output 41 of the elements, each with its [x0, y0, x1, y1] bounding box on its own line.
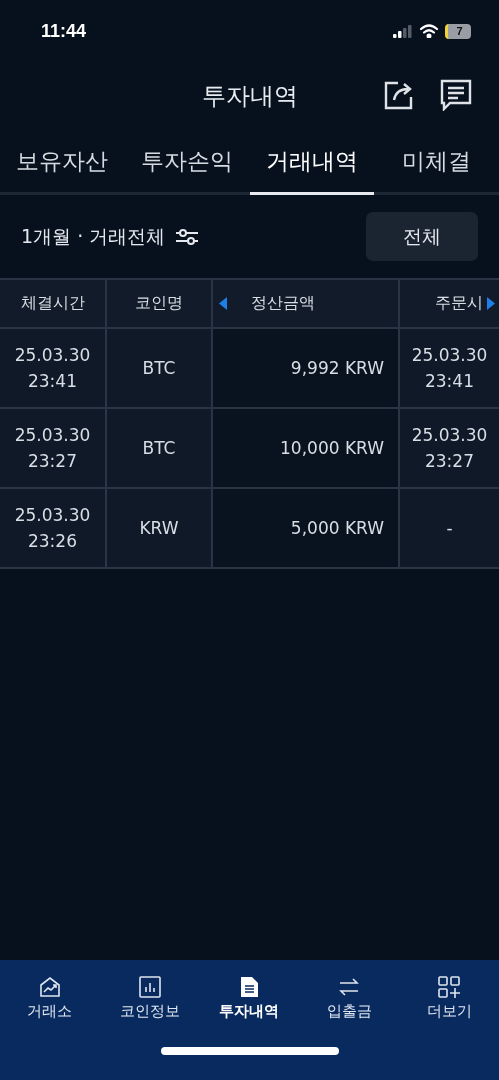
table-cell: 10,000 KRW: [213, 409, 400, 489]
nav-item[interactable]: 거래소: [0, 976, 100, 1021]
wifi-icon: [419, 24, 439, 38]
battery-icon: 7: [445, 23, 471, 39]
table-cell: 5,000 KRW: [213, 489, 400, 569]
all-filter-button[interactable]: 전체: [366, 212, 478, 261]
sliders-icon[interactable]: [175, 228, 200, 245]
bar-chart-icon: [138, 976, 161, 998]
nav-item[interactable]: 입출금: [299, 976, 400, 1021]
column-header-label: 주문시: [435, 292, 483, 315]
table-cell: BTC: [107, 409, 213, 489]
page-title: 투자내역: [201, 81, 298, 112]
tab[interactable]: 보유자산: [0, 130, 125, 192]
status-time: 11:44: [41, 20, 87, 42]
tab[interactable]: 거래내역: [249, 130, 375, 192]
message-icon[interactable]: [440, 79, 472, 111]
table-cell: 25.03.30 23:26: [0, 489, 107, 569]
column-header-label: 정산금액: [251, 292, 315, 315]
signal-icon: [393, 24, 413, 38]
column-header-label: 체결시간: [20, 292, 85, 315]
column-header-label: 코인명: [135, 292, 183, 315]
grid-plus-icon: [438, 976, 461, 998]
nav-item[interactable]: 더보기: [399, 976, 499, 1021]
nav-item[interactable]: 투자내역: [199, 976, 300, 1021]
scroll-right-icon[interactable]: [487, 297, 495, 310]
table-cell: KRW: [107, 489, 213, 569]
table-cell: BTC: [107, 329, 213, 409]
house-chart-icon: [38, 976, 61, 998]
table-cell: 25.03.30 23:27: [400, 409, 499, 489]
table-cell: -: [400, 489, 499, 569]
filter-label[interactable]: 1개월 · 거래전체: [21, 223, 166, 250]
nav-item[interactable]: 코인정보: [99, 976, 200, 1021]
document-icon: [239, 976, 260, 998]
transfer-icon: [338, 976, 361, 998]
table-cell: 25.03.30 23:27: [0, 409, 107, 489]
tab[interactable]: 투자손익: [124, 130, 250, 192]
table-cell: 25.03.30 23:41: [0, 329, 107, 409]
table-cell: 25.03.30 23:41: [400, 329, 499, 409]
scroll-left-icon[interactable]: [219, 297, 227, 310]
tab[interactable]: 미체결: [374, 130, 499, 192]
table-cell: 9,992 KRW: [213, 329, 400, 409]
